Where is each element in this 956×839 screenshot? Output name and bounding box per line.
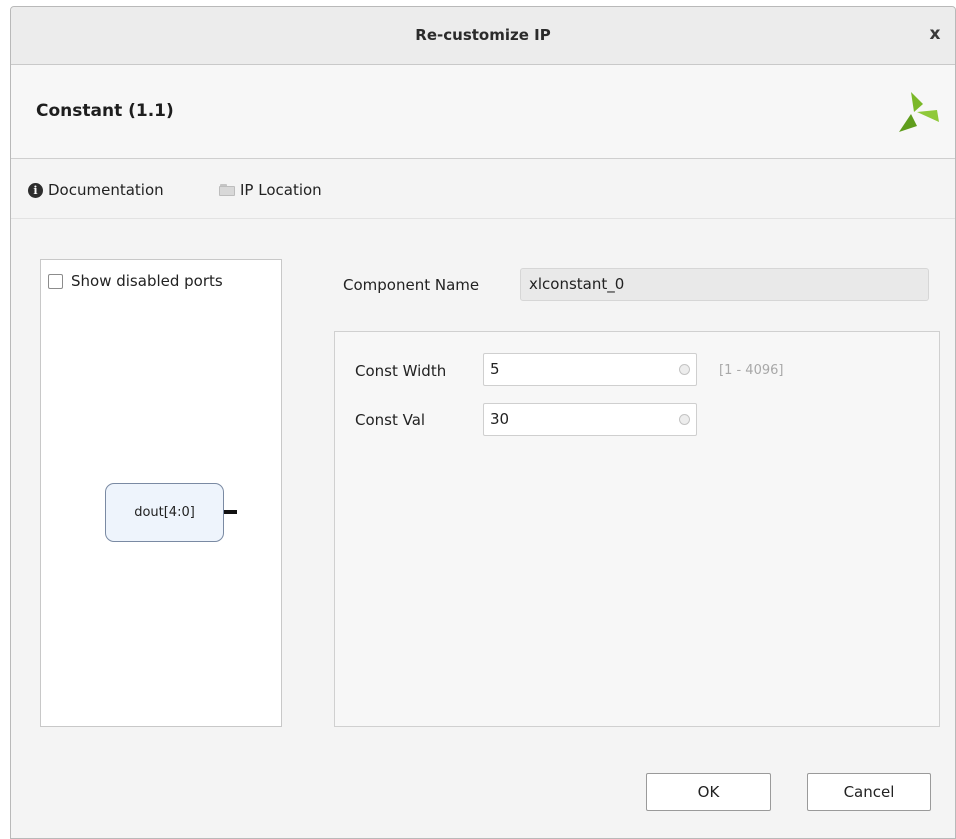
const-val-value: 30 xyxy=(490,410,510,428)
ip-location-label: IP Location xyxy=(240,181,322,199)
port-label: dout[4:0] xyxy=(134,505,195,520)
show-disabled-ports-label: Show disabled ports xyxy=(71,272,223,290)
re-customize-ip-dialog: Re-customize IP x Constant (1.1) i Docum… xyxy=(10,6,956,839)
component-name-field[interactable]: xlconstant_0 xyxy=(520,268,929,301)
const-width-input[interactable]: 5 xyxy=(483,353,697,386)
const-val-label: Const Val xyxy=(355,411,426,429)
const-width-value: 5 xyxy=(490,360,500,378)
show-disabled-ports-toggle[interactable]: Show disabled ports xyxy=(48,272,223,290)
documentation-label: Documentation xyxy=(48,181,164,199)
ok-button[interactable]: OK xyxy=(646,773,771,811)
ip-header: Constant (1.1) xyxy=(11,65,955,159)
const-val-input[interactable]: 30 xyxy=(483,403,697,436)
parameters-panel: Const Width 5 [1 - 4096] Const Val 30 xyxy=(334,331,940,727)
ip-symbol-block: dout[4:0] xyxy=(105,483,224,542)
reset-icon[interactable] xyxy=(679,364,690,375)
const-width-label: Const Width xyxy=(355,362,447,380)
window-title: Re-customize IP xyxy=(415,26,551,44)
const-width-range: [1 - 4096] xyxy=(719,363,784,378)
title-bar[interactable]: Re-customize IP x xyxy=(11,7,955,65)
reset-icon[interactable] xyxy=(679,414,690,425)
ip-symbol-panel: Show disabled ports dout[4:0] xyxy=(40,259,282,727)
folder-icon xyxy=(219,184,235,196)
toolbar: i Documentation IP Location xyxy=(11,159,955,219)
ip-title: Constant (1.1) xyxy=(36,101,174,121)
show-disabled-ports-checkbox[interactable] xyxy=(48,273,63,289)
xilinx-logo-icon xyxy=(899,92,939,132)
info-icon: i xyxy=(28,182,43,198)
cancel-button[interactable]: Cancel xyxy=(807,773,931,811)
component-name-label: Component Name xyxy=(343,276,480,294)
documentation-link[interactable]: i Documentation xyxy=(28,181,164,199)
close-icon[interactable]: x xyxy=(925,23,945,45)
ip-location-link[interactable]: IP Location xyxy=(219,181,322,199)
port-pin xyxy=(224,510,237,514)
